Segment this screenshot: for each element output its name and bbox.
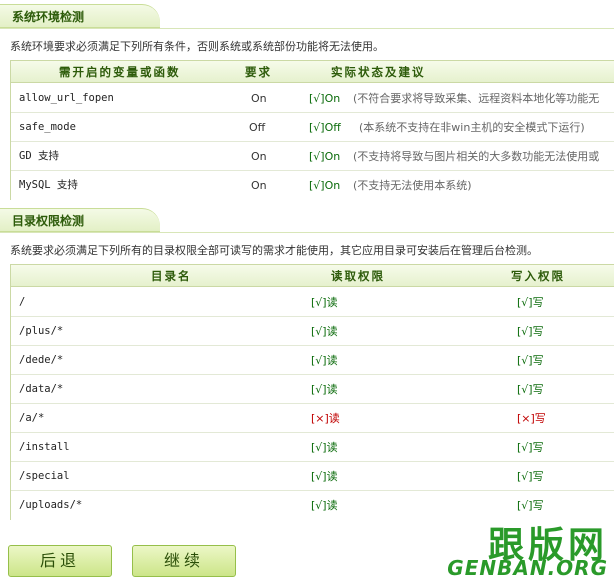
dir-row-read: [×]读 — [311, 412, 340, 425]
env-header-name: 需开启的变量或函数 — [59, 65, 181, 79]
dir-row-read: [√]读 — [311, 441, 338, 454]
dir-row-name: /special — [19, 470, 70, 482]
env-row-name: allow_url_fopen — [19, 92, 114, 104]
dir-row-write: [√]写 — [517, 441, 544, 454]
env-row: MySQL 支持 On [√]On (不支持无法使用本系统) — [11, 171, 614, 200]
dir-section-desc: 系统要求必须满足下列所有的目录权限全部可读写的需求才能使用，其它应用目录可安装后… — [10, 244, 538, 257]
dir-row-read: [√]读 — [311, 499, 338, 512]
env-row-name: MySQL 支持 — [19, 179, 78, 191]
dir-row-write: [×]写 — [517, 412, 546, 425]
dir-row: /plus/* [√]读 [√]写 — [11, 317, 614, 346]
env-row-note: (本系统不支持在非win主机的安全模式下运行) — [359, 121, 585, 134]
env-section-divider — [0, 28, 614, 29]
dir-row: /special [√]读 [√]写 — [11, 462, 614, 491]
env-row-status: [√]Off — [309, 121, 341, 134]
dir-row-write: [√]写 — [517, 383, 544, 396]
dir-row: /install [√]读 [√]写 — [11, 433, 614, 462]
dir-header-name: 目录名 — [151, 269, 192, 283]
env-row-req: On — [251, 92, 267, 105]
dir-row-name: /uploads/* — [19, 499, 83, 511]
dir-row-name: /install — [19, 441, 70, 453]
dir-row-read: [√]读 — [311, 470, 338, 483]
env-table-header: 需开启的变量或函数 要求 实际状态及建议 — [11, 61, 614, 83]
dir-row-name: /dede/* — [19, 354, 64, 366]
dir-row-read: [√]读 — [311, 354, 338, 367]
env-section-title: 系统环境检测 — [0, 4, 160, 28]
dir-row-write: [√]写 — [517, 470, 544, 483]
dir-row-read: [√]读 — [311, 296, 338, 309]
env-row-name: GD 支持 — [19, 150, 59, 162]
env-row-note: (不支持无法使用本系统) — [353, 179, 472, 192]
env-row: GD 支持 On [√]On (不支持将导致与图片相关的大多数功能无法使用或 — [11, 142, 614, 171]
dir-section-title: 目录权限检测 — [0, 208, 160, 232]
env-row: allow_url_fopen On [√]On (不符合要求将导致采集、远程资… — [11, 84, 614, 113]
dir-row-write: [√]写 — [517, 354, 544, 367]
dir-row-name: / — [19, 296, 26, 308]
dir-row-write: [√]写 — [517, 296, 544, 309]
dir-table-header: 目录名 读取权限 写入权限 — [11, 265, 614, 287]
env-table: 需开启的变量或函数 要求 实际状态及建议 allow_url_fopen On … — [10, 60, 614, 200]
dir-row: /data/* [√]读 [√]写 — [11, 375, 614, 404]
watermark-logo-en: GENBAN.ORG — [447, 556, 608, 580]
dir-table: 目录名 读取权限 写入权限 / [√]读 [√]写 /plus/* [√]读 [… — [10, 264, 614, 520]
dir-row-read: [√]读 — [311, 325, 338, 338]
dir-row-name: /a/* — [19, 412, 45, 424]
env-row-req: On — [251, 150, 267, 163]
dir-row-write: [√]写 — [517, 325, 544, 338]
dir-header-write: 写入权限 — [511, 269, 565, 283]
env-row-note: (不符合要求将导致采集、远程资料本地化等功能无 — [353, 92, 600, 105]
dir-row: /a/* [×]读 [×]写 — [11, 404, 614, 433]
continue-button[interactable]: 继续 — [132, 545, 236, 577]
env-section-desc: 系统环境要求必须满足下列所有条件，否则系统或系统部份功能将无法使用。 — [10, 40, 384, 53]
env-row-status: [√]On — [309, 92, 341, 105]
dir-row-read: [√]读 — [311, 383, 338, 396]
env-row-req: Off — [249, 121, 266, 134]
env-header-status: 实际状态及建议 — [331, 65, 426, 79]
env-row-name: safe_mode — [19, 121, 76, 133]
dir-row-name: /data/* — [19, 383, 64, 395]
env-header-req: 要求 — [245, 65, 272, 79]
env-row-note: (不支持将导致与图片相关的大多数功能无法使用或 — [353, 150, 600, 163]
dir-row: / [√]读 [√]写 — [11, 288, 614, 317]
env-row-status: [√]On — [309, 150, 341, 163]
dir-section-divider — [0, 232, 614, 233]
dir-header-read: 读取权限 — [331, 269, 385, 283]
env-row-req: On — [251, 179, 267, 192]
env-row-status: [√]On — [309, 179, 341, 192]
dir-row-name: /plus/* — [19, 325, 64, 337]
dir-row: /dede/* [√]读 [√]写 — [11, 346, 614, 375]
back-button[interactable]: 后退 — [8, 545, 112, 577]
env-row: safe_mode Off [√]Off (本系统不支持在非win主机的安全模式… — [11, 113, 614, 142]
